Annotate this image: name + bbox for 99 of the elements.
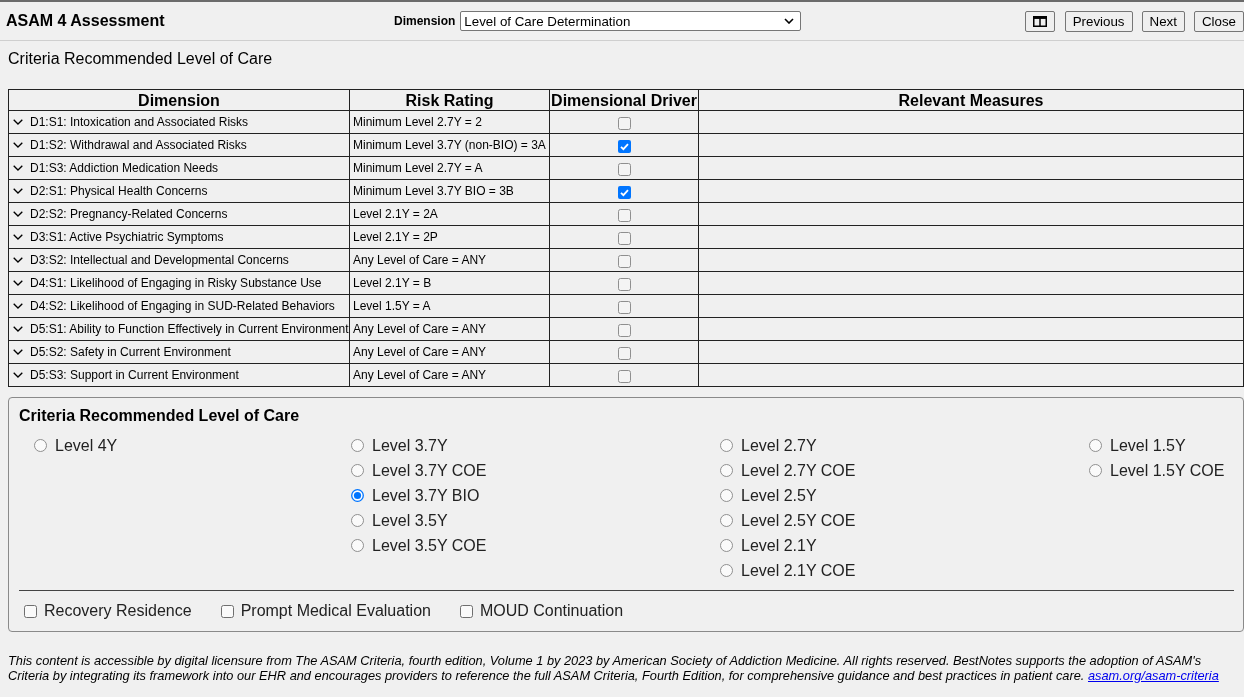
checkbox[interactable] (617, 162, 631, 176)
asam-criteria-link[interactable]: asam.org/asam-criteria (1088, 668, 1219, 683)
option-label[interactable]: Level 3.5Y (372, 511, 448, 530)
checkbox[interactable] (459, 604, 473, 618)
checkbox-label[interactable]: Prompt Medical Evaluation (240, 602, 431, 620)
dimension-name: D4:S2: Likelihood of Engaging in SUD-Related Behaviors (30, 299, 335, 313)
dimension-name: D1:S2: Withdrawal and Associated Risks (30, 138, 247, 152)
checkbox[interactable] (617, 323, 631, 337)
table-cell: Level 2.1Y = 2A (349, 202, 550, 226)
radio-button[interactable] (351, 514, 364, 527)
columns-icon (1032, 15, 1047, 27)
panel-title: Criteria Recommended Level of Care (19, 407, 301, 425)
radio-button[interactable] (351, 464, 364, 477)
radio-button[interactable] (720, 539, 733, 552)
checkbox[interactable] (617, 185, 631, 199)
table-cell: Minimum Level 2.7Y = A (349, 156, 550, 180)
nav-button[interactable]: Next (1141, 10, 1185, 32)
dimension-name: D5:S1: Ability to Function Effectively in Current Environment (30, 322, 349, 336)
option-label[interactable]: Level 2.7Y COE (741, 461, 856, 480)
nav-button[interactable]: Previous (1064, 10, 1133, 32)
checkbox[interactable] (617, 346, 631, 360)
option-label[interactable]: Level 3.7Y (372, 436, 448, 455)
license-notice: This content is accessible by digital licensure from The ASAM Criteria, fourth edition, Volume 1 by 2023 by American Society of Addiction Medicine. All rights reserved. BestNotes supports the adoption of ASAM's Criteria by integrating its framework into our EHR and encourages providers to reference the full ASAM Criteria, Fourth Edition, for comprehensive guidance and best practices in patient care. asam.org/asam-criteria (8, 653, 1220, 683)
dimension-name: D2:S2: Pregnancy-Related Concerns (30, 207, 228, 221)
dimension-name: D5:S3: Support in Current Environment (30, 368, 239, 382)
column-header: Risk Rating (349, 89, 550, 111)
table-cell: Level 2.1Y = 2P (349, 225, 550, 249)
chevron-down-icon (784, 18, 795, 24)
dimension-select[interactable]: Level of Care Determination (460, 11, 802, 31)
radio-button[interactable] (351, 439, 364, 452)
option-label[interactable]: Level 2.1Y COE (741, 561, 856, 580)
checkbox[interactable] (617, 139, 631, 153)
chevron-down-icon[interactable] (13, 187, 23, 194)
dimension-name: D3:S1: Active Psychiatric Symptoms (30, 230, 224, 244)
column-header: Dimension (8, 89, 350, 111)
table-cell: Any Level of Care = ANY (349, 248, 550, 272)
page-title: ASAM 4 Assessment (6, 12, 166, 30)
table-cell: Minimum Level 3.7Y (non-BIO) = 3A (349, 133, 550, 157)
option-label[interactable]: Level 3.5Y COE (372, 536, 487, 555)
radio-button[interactable] (720, 489, 733, 502)
radio-button[interactable] (1089, 439, 1102, 452)
checkbox-label[interactable]: Recovery Residence (44, 602, 192, 620)
dimension-name: D3:S2: Intellectual and Developmental Concerns (30, 253, 289, 267)
radio-button[interactable] (720, 514, 733, 527)
checkbox[interactable] (617, 300, 631, 314)
option-label[interactable]: Level 1.5Y COE (1110, 461, 1225, 480)
chevron-down-icon[interactable] (13, 118, 23, 125)
checkbox[interactable] (617, 208, 631, 222)
checkbox-label[interactable]: MOUD Continuation (479, 602, 624, 620)
option-label[interactable]: Level 2.5Y COE (741, 511, 856, 530)
option-label[interactable]: Level 3.7Y BIO (372, 486, 480, 505)
table-cell: Any Level of Care = ANY (349, 363, 550, 387)
option-label[interactable]: Level 2.7Y (741, 436, 817, 455)
chevron-down-icon[interactable] (13, 256, 23, 263)
chevron-down-icon[interactable] (13, 325, 23, 332)
table-cell: Level 2.1Y = B (349, 271, 550, 295)
chevron-down-icon[interactable] (13, 279, 23, 286)
column-header: Dimensional Driver (549, 89, 699, 111)
radio-button[interactable] (351, 489, 364, 502)
option-label[interactable]: Level 2.5Y (741, 486, 817, 505)
table-cell: Level 1.5Y = A (349, 294, 550, 318)
radio-button[interactable] (34, 439, 47, 452)
chevron-down-icon[interactable] (13, 302, 23, 309)
checkbox[interactable] (617, 231, 631, 245)
radio-button[interactable] (1089, 464, 1102, 477)
table-cell: Any Level of Care = ANY (349, 340, 550, 364)
dimension-name: D2:S1: Physical Health Concerns (30, 184, 208, 198)
checkbox[interactable] (617, 116, 631, 130)
radio-button[interactable] (720, 464, 733, 477)
chevron-down-icon[interactable] (13, 348, 23, 355)
option-label[interactable]: Level 1.5Y (1110, 436, 1186, 455)
option-label[interactable]: Level 4Y (55, 436, 118, 455)
column-header: Relevant Measures (698, 89, 1244, 111)
checkbox[interactable] (24, 604, 37, 618)
table-cell: Minimum Level 2.7Y = 2 (349, 110, 550, 134)
checkbox[interactable] (617, 254, 631, 268)
dimension-name: D1:S3: Addiction Medication Needs (30, 161, 219, 175)
section-title: Criteria Recommended Level of Care (8, 50, 274, 68)
checkbox[interactable] (617, 369, 631, 383)
dimension-name: D1:S1: Intoxication and Associated Risks (30, 115, 249, 129)
dimension-name: D5:S2: Safety in Current Environment (30, 345, 231, 359)
checkbox[interactable] (220, 604, 234, 618)
table-cell: Minimum Level 3.7Y BIO = 3B (349, 179, 550, 203)
nav-button[interactable]: Close (1193, 10, 1244, 32)
checkbox[interactable] (617, 277, 631, 291)
chevron-down-icon[interactable] (13, 371, 23, 378)
dimension-label: Dimension (394, 14, 456, 28)
dimension-name: D4:S1: Likelihood of Engaging in Risky Substance Use (30, 276, 322, 290)
radio-button[interactable] (720, 564, 733, 577)
chevron-down-icon[interactable] (13, 164, 23, 171)
radio-button[interactable] (720, 439, 733, 452)
option-label[interactable]: Level 2.1Y (741, 536, 817, 555)
table-cell: Any Level of Care = ANY (349, 317, 550, 341)
chevron-down-icon[interactable] (13, 233, 23, 240)
chevron-down-icon[interactable] (13, 210, 23, 217)
chevron-down-icon[interactable] (13, 141, 23, 148)
radio-button[interactable] (351, 539, 364, 552)
columns-button[interactable] (1024, 10, 1055, 32)
option-label[interactable]: Level 3.7Y COE (372, 461, 487, 480)
